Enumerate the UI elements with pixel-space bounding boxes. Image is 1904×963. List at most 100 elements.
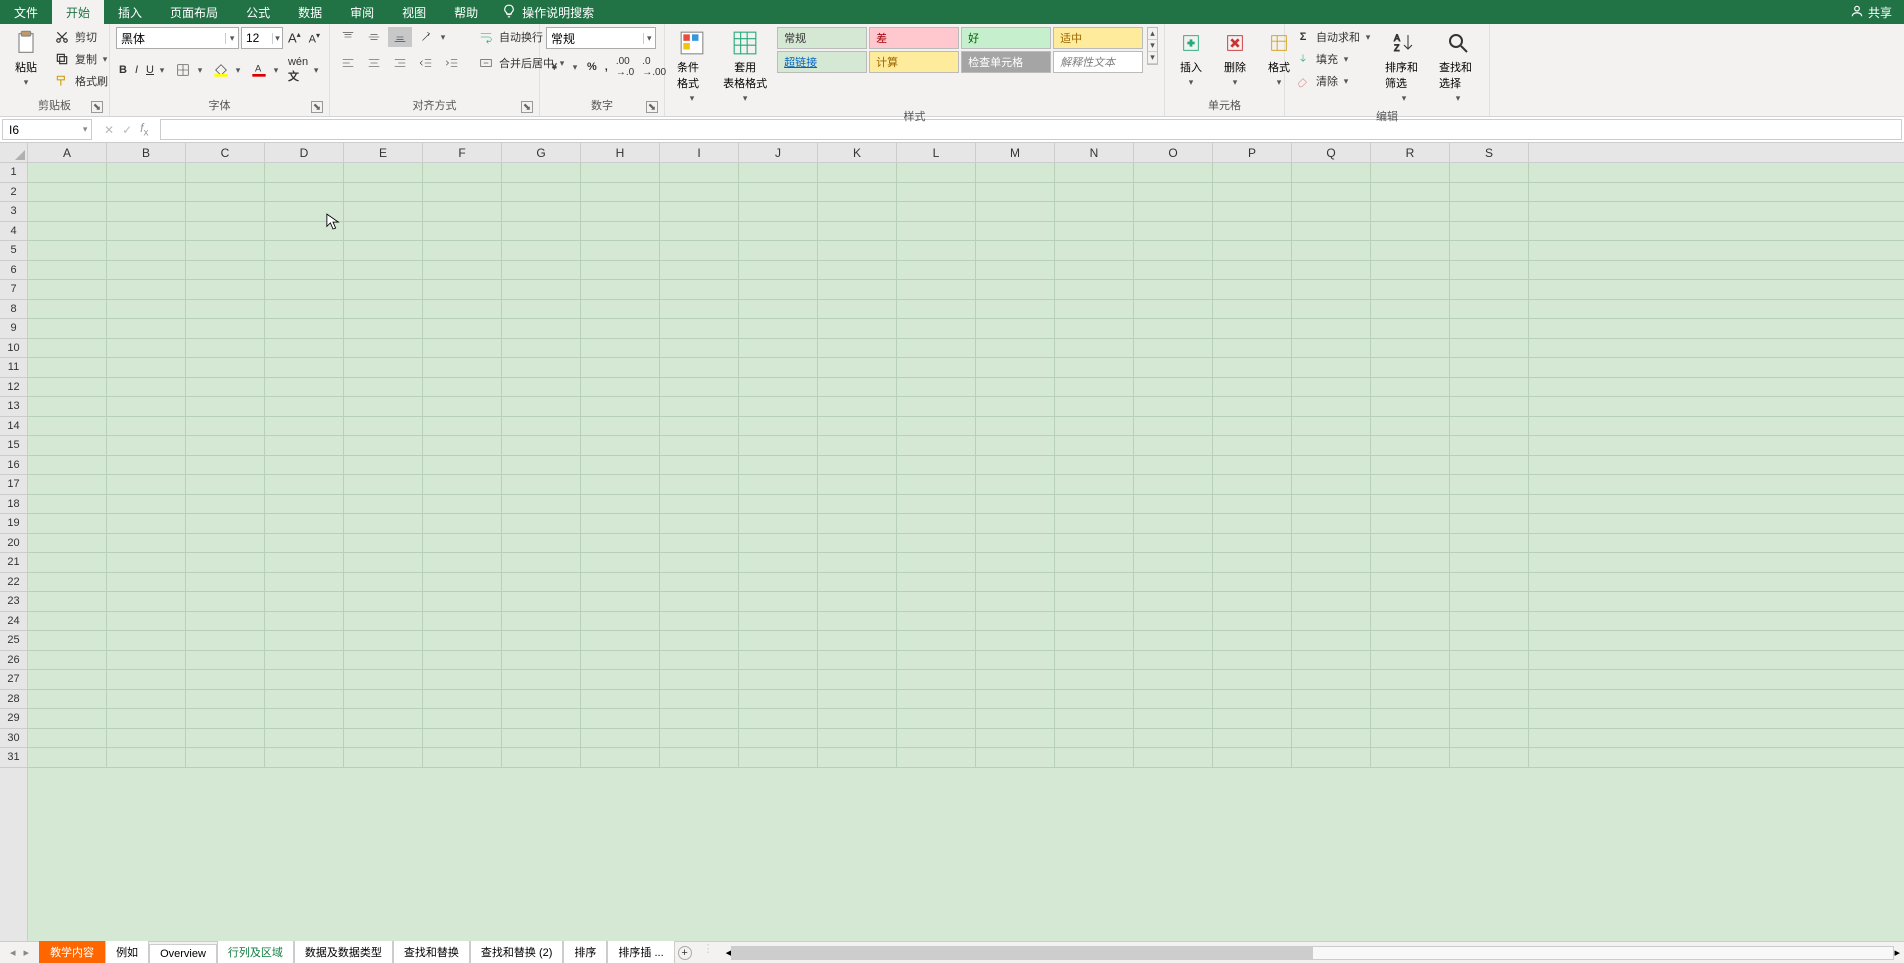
column-header[interactable]: H [581, 143, 660, 162]
cell-style-6[interactable]: 检查单元格 [961, 51, 1051, 73]
cell[interactable] [423, 709, 502, 728]
cell[interactable] [1371, 748, 1450, 767]
orientation-button[interactable]: ▾ [414, 27, 450, 47]
cell[interactable] [976, 222, 1055, 241]
cell[interactable] [344, 261, 423, 280]
cell[interactable] [28, 592, 107, 611]
cell[interactable] [818, 729, 897, 748]
cell[interactable] [186, 300, 265, 319]
cell-style-3[interactable]: 适中 [1053, 27, 1143, 49]
cell[interactable] [265, 339, 344, 358]
cell[interactable] [1450, 553, 1529, 572]
row-header[interactable]: 3 [0, 202, 27, 222]
column-header[interactable]: N [1055, 143, 1134, 162]
cell[interactable] [581, 631, 660, 650]
cell[interactable] [1055, 592, 1134, 611]
cell[interactable] [1213, 475, 1292, 494]
column-header[interactable]: D [265, 143, 344, 162]
row-header[interactable]: 19 [0, 514, 27, 534]
cell[interactable] [502, 358, 581, 377]
cell[interactable] [502, 183, 581, 202]
cell[interactable] [1213, 495, 1292, 514]
cell[interactable] [423, 319, 502, 338]
row-header[interactable]: 20 [0, 534, 27, 554]
cell[interactable] [897, 202, 976, 221]
cell[interactable] [1450, 300, 1529, 319]
cell[interactable] [502, 631, 581, 650]
cell[interactable] [739, 670, 818, 689]
cell[interactable] [818, 358, 897, 377]
cell[interactable] [107, 261, 186, 280]
cell[interactable] [581, 495, 660, 514]
tab-help[interactable]: 帮助 [440, 0, 492, 24]
row-header[interactable]: 6 [0, 261, 27, 281]
cell[interactable] [1134, 553, 1213, 572]
cell[interactable] [265, 748, 344, 767]
cell[interactable] [581, 670, 660, 689]
row-header[interactable]: 11 [0, 358, 27, 378]
cell[interactable] [423, 534, 502, 553]
cell[interactable] [976, 690, 1055, 709]
cell[interactable] [344, 417, 423, 436]
row-header[interactable]: 26 [0, 651, 27, 671]
cell[interactable] [1055, 183, 1134, 202]
cell[interactable] [818, 319, 897, 338]
cell[interactable] [581, 261, 660, 280]
cell[interactable] [265, 280, 344, 299]
cell[interactable] [976, 319, 1055, 338]
cell[interactable] [28, 280, 107, 299]
cell[interactable] [1134, 631, 1213, 650]
cell[interactable] [660, 748, 739, 767]
row-header[interactable]: 24 [0, 612, 27, 632]
cell[interactable] [1371, 163, 1450, 182]
cell[interactable] [1213, 670, 1292, 689]
number-format-input[interactable] [547, 31, 643, 45]
cell[interactable] [1371, 592, 1450, 611]
cell[interactable] [265, 183, 344, 202]
cell[interactable] [1450, 514, 1529, 533]
cell[interactable] [344, 397, 423, 416]
tab-file[interactable]: 文件 [0, 0, 52, 24]
cell[interactable] [739, 475, 818, 494]
cell[interactable] [976, 709, 1055, 728]
cell[interactable] [1371, 436, 1450, 455]
cell[interactable] [739, 553, 818, 572]
cell[interactable] [1292, 261, 1371, 280]
column-header[interactable]: L [897, 143, 976, 162]
cell[interactable] [1134, 261, 1213, 280]
cell[interactable] [1292, 475, 1371, 494]
cell[interactable] [976, 592, 1055, 611]
cell[interactable] [818, 553, 897, 572]
copy-button[interactable]: 复制 ▾ [50, 49, 112, 69]
cell[interactable] [1292, 163, 1371, 182]
cell[interactable] [818, 183, 897, 202]
cell[interactable] [581, 397, 660, 416]
cell[interactable] [1134, 651, 1213, 670]
cell[interactable] [28, 358, 107, 377]
cell[interactable] [897, 670, 976, 689]
cell[interactable] [107, 417, 186, 436]
cell[interactable] [581, 612, 660, 631]
cell[interactable] [423, 280, 502, 299]
cell[interactable] [107, 319, 186, 338]
cell[interactable] [107, 378, 186, 397]
cell[interactable] [1213, 183, 1292, 202]
row-header[interactable]: 9 [0, 319, 27, 339]
tab-formulas[interactable]: 公式 [232, 0, 284, 24]
cell[interactable] [502, 514, 581, 533]
cell[interactable] [581, 319, 660, 338]
cell[interactable] [1055, 202, 1134, 221]
cell[interactable] [976, 358, 1055, 377]
column-header[interactable]: Q [1292, 143, 1371, 162]
cell[interactable] [186, 319, 265, 338]
cell[interactable] [1371, 456, 1450, 475]
cell[interactable] [28, 417, 107, 436]
cell[interactable] [423, 300, 502, 319]
cell[interactable] [1055, 397, 1134, 416]
cell[interactable] [976, 417, 1055, 436]
cell[interactable] [818, 670, 897, 689]
cell[interactable] [976, 631, 1055, 650]
cell[interactable] [1292, 573, 1371, 592]
cell[interactable] [581, 651, 660, 670]
cell[interactable] [344, 670, 423, 689]
